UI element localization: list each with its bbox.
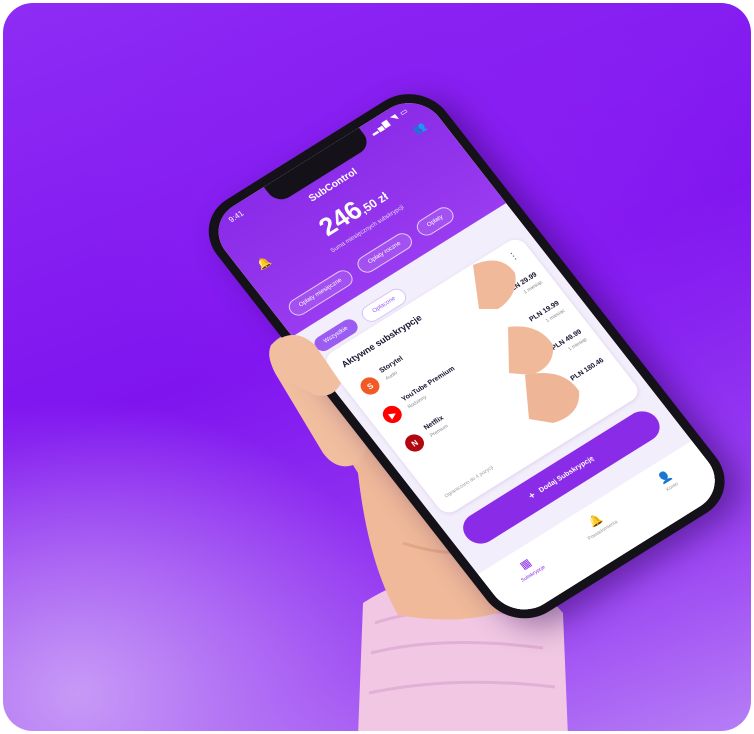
front-fingers <box>269 260 580 423</box>
purple-background: 9:41 ▂▄▆ ◥ ▭ SubControl 🔔 👥 246,50 zł Su… <box>3 3 751 731</box>
